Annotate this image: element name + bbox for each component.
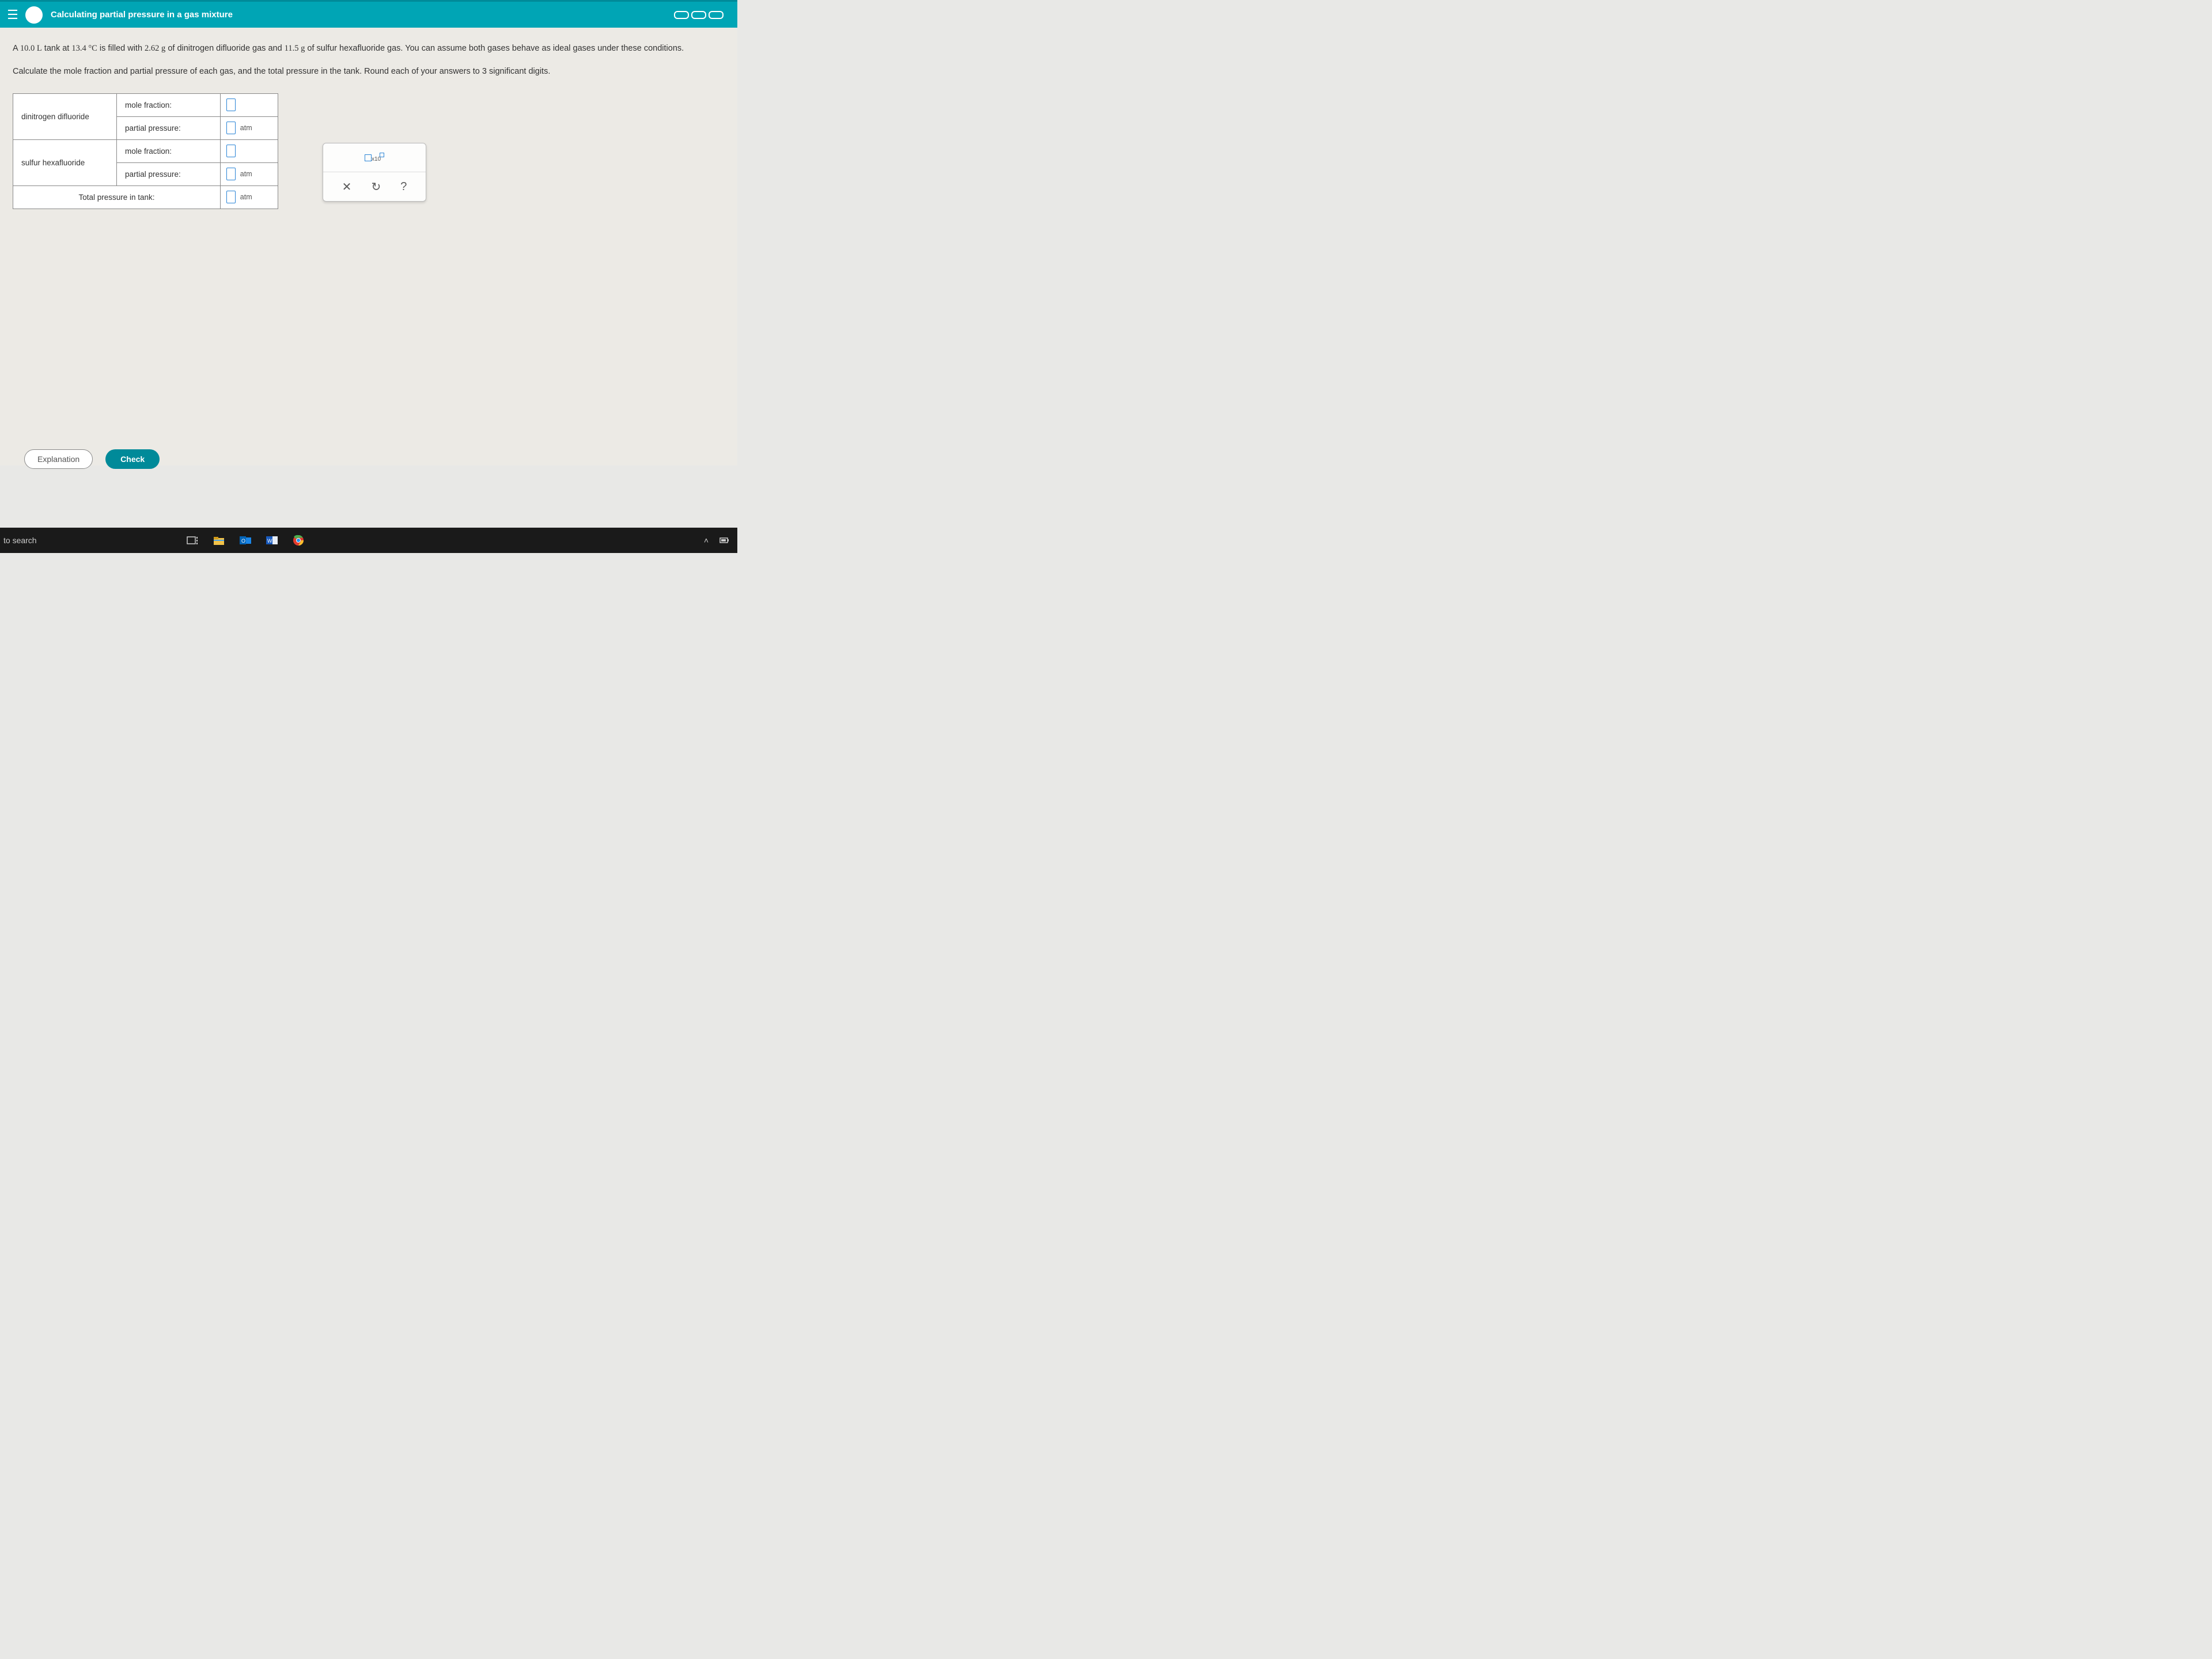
text: of sulfur hexafluoride gas. You can assu… [305, 44, 684, 53]
explanation-button[interactable]: Explanation [24, 449, 93, 469]
clear-button[interactable]: ✕ [342, 180, 352, 194]
scientific-notation-button[interactable]: x10 [360, 150, 389, 165]
exponent-box-icon [380, 153, 384, 157]
value-temperature: 13.4 °C [71, 44, 97, 53]
unit-atm: atm [240, 124, 252, 132]
chrome-icon[interactable] [293, 535, 304, 546]
value-mass-1: 2.62 g [145, 44, 165, 53]
text: is filled with [97, 44, 145, 53]
text: tank at [42, 44, 72, 53]
taskbar-search-text[interactable]: to search [0, 536, 37, 545]
input-total-pressure[interactable] [226, 191, 236, 203]
progress-pill [674, 11, 689, 19]
header-bar: ☰ Calculating partial pressure in a gas … [0, 0, 737, 28]
taskbar-tray: ˄ [704, 535, 730, 546]
unit-atm: atm [240, 170, 252, 178]
battery-icon[interactable] [719, 535, 730, 546]
footer-buttons: Explanation Check [24, 449, 160, 469]
progress-pill [709, 11, 724, 19]
label-partial-pressure: partial pressure: [117, 116, 221, 139]
value-mass-2: 11.5 g [285, 44, 305, 53]
input-gas2-mole-fraction[interactable] [226, 145, 236, 157]
progress-pill [691, 11, 706, 19]
label-mole-fraction: mole fraction: [117, 139, 221, 162]
answer-table: dinitrogen difluoride mole fraction: par… [13, 93, 278, 209]
problem-statement: A 10.0 L tank at 13.4 °C is filled with … [13, 43, 725, 55]
outlook-icon[interactable]: O [240, 535, 251, 546]
hamburger-menu-icon[interactable]: ☰ [0, 7, 25, 22]
value-volume: 10.0 L [20, 44, 42, 53]
row-gas-2: sulfur hexafluoride [13, 139, 117, 185]
input-gas1-mole-fraction[interactable] [226, 99, 236, 111]
reset-button[interactable]: ↻ [371, 180, 381, 194]
input-gas1-partial-pressure[interactable] [226, 122, 236, 134]
task-view-icon[interactable] [187, 535, 198, 546]
label-mole-fraction: mole fraction: [117, 93, 221, 116]
tray-expand-icon[interactable]: ˄ [704, 536, 709, 545]
text: of dinitrogen difluoride gas and [165, 44, 284, 53]
windows-taskbar: to search O W ˄ [0, 528, 737, 553]
label-total-pressure: Total pressure in tank: [13, 185, 221, 209]
file-explorer-icon[interactable] [213, 535, 225, 546]
module-badge-icon [25, 6, 43, 24]
input-toolpanel: x10 ✕ ↻ ? [323, 143, 426, 202]
word-icon[interactable]: W [266, 535, 278, 546]
svg-text:W: W [267, 538, 272, 544]
taskbar-apps: O W [187, 535, 304, 546]
unit-atm: atm [240, 193, 252, 201]
label-partial-pressure: partial pressure: [117, 162, 221, 185]
help-button[interactable]: ? [400, 180, 407, 194]
svg-text:O: O [241, 538, 245, 544]
input-gas2-partial-pressure[interactable] [226, 168, 236, 180]
problem-question: Calculate the mole fraction and partial … [13, 66, 725, 78]
page-title: Calculating partial pressure in a gas mi… [51, 10, 233, 20]
mantissa-box-icon [365, 154, 372, 161]
progress-pills [674, 11, 724, 19]
row-gas-1: dinitrogen difluoride [13, 93, 117, 139]
content-area: A 10.0 L tank at 13.4 °C is filled with … [0, 28, 737, 465]
check-button[interactable]: Check [105, 449, 160, 469]
text: A [13, 44, 20, 53]
